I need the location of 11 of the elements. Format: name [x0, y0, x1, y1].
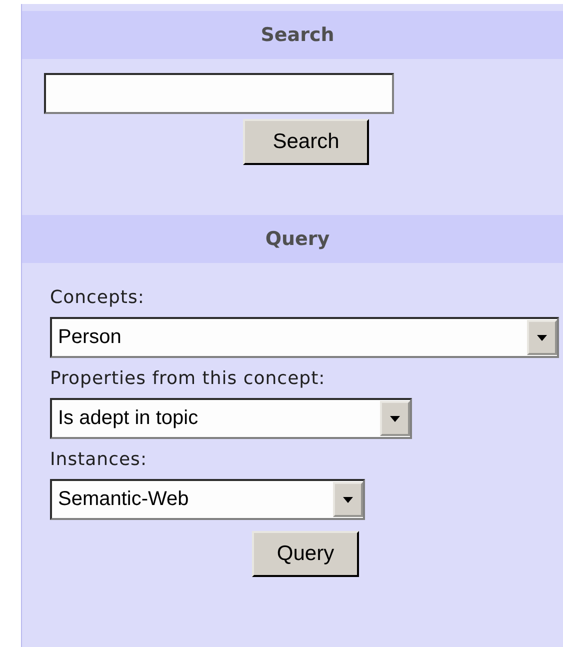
field-label: Concepts: — [50, 287, 146, 308]
dropdown[interactable]: Is adept in topic — [50, 398, 412, 439]
field-label: Properties from this concept: — [50, 368, 326, 389]
section-header: Query — [22, 215, 563, 263]
query-button[interactable]: Query — [252, 531, 359, 577]
field-label: Instances: — [50, 449, 148, 470]
search-button[interactable]: Search — [243, 119, 369, 165]
search-field[interactable] — [44, 73, 394, 114]
dropdown[interactable]: Semantic-Web — [50, 479, 365, 520]
dropdown[interactable]: Person — [50, 317, 559, 358]
section-header: Search — [22, 11, 563, 59]
